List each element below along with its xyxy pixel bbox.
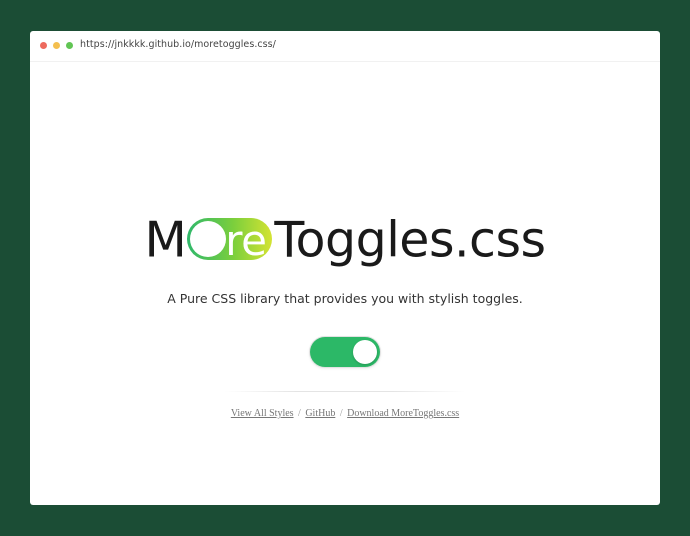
browser-titlebar: https://jnkkkk.github.io/moretoggles.css… [30,31,660,62]
logo-prefix: M [144,211,187,269]
demo-toggle-switch[interactable] [310,337,380,367]
address-bar-url[interactable]: https://jnkkkk.github.io/moretoggles.css… [80,39,276,50]
view-all-styles-link[interactable]: View All Styles [231,408,294,419]
toggle-knob[interactable] [353,340,377,364]
logo-suffix: Toggles.css [274,211,546,269]
maximize-window-icon[interactable] [66,42,73,49]
logo-toggle-pill: re [187,217,273,261]
minimize-window-icon[interactable] [53,42,60,49]
footer-links: View All Styles / GitHub / Download More… [30,408,660,419]
page-content: Mre Toggles.css A Pure CSS library that p… [30,62,660,505]
tagline: A Pure CSS library that provides you wit… [167,291,523,306]
link-separator: / [339,408,343,419]
link-separator: / [298,408,301,419]
browser-window: https://jnkkkk.github.io/moretoggles.css… [30,31,660,505]
download-link[interactable]: Download MoreToggles.css [347,408,459,419]
close-window-icon[interactable] [40,42,47,49]
logo: Mre Toggles.css [30,210,660,269]
github-link[interactable]: GitHub [305,408,335,419]
divider [225,391,465,392]
logo-highlight: re [225,215,267,265]
